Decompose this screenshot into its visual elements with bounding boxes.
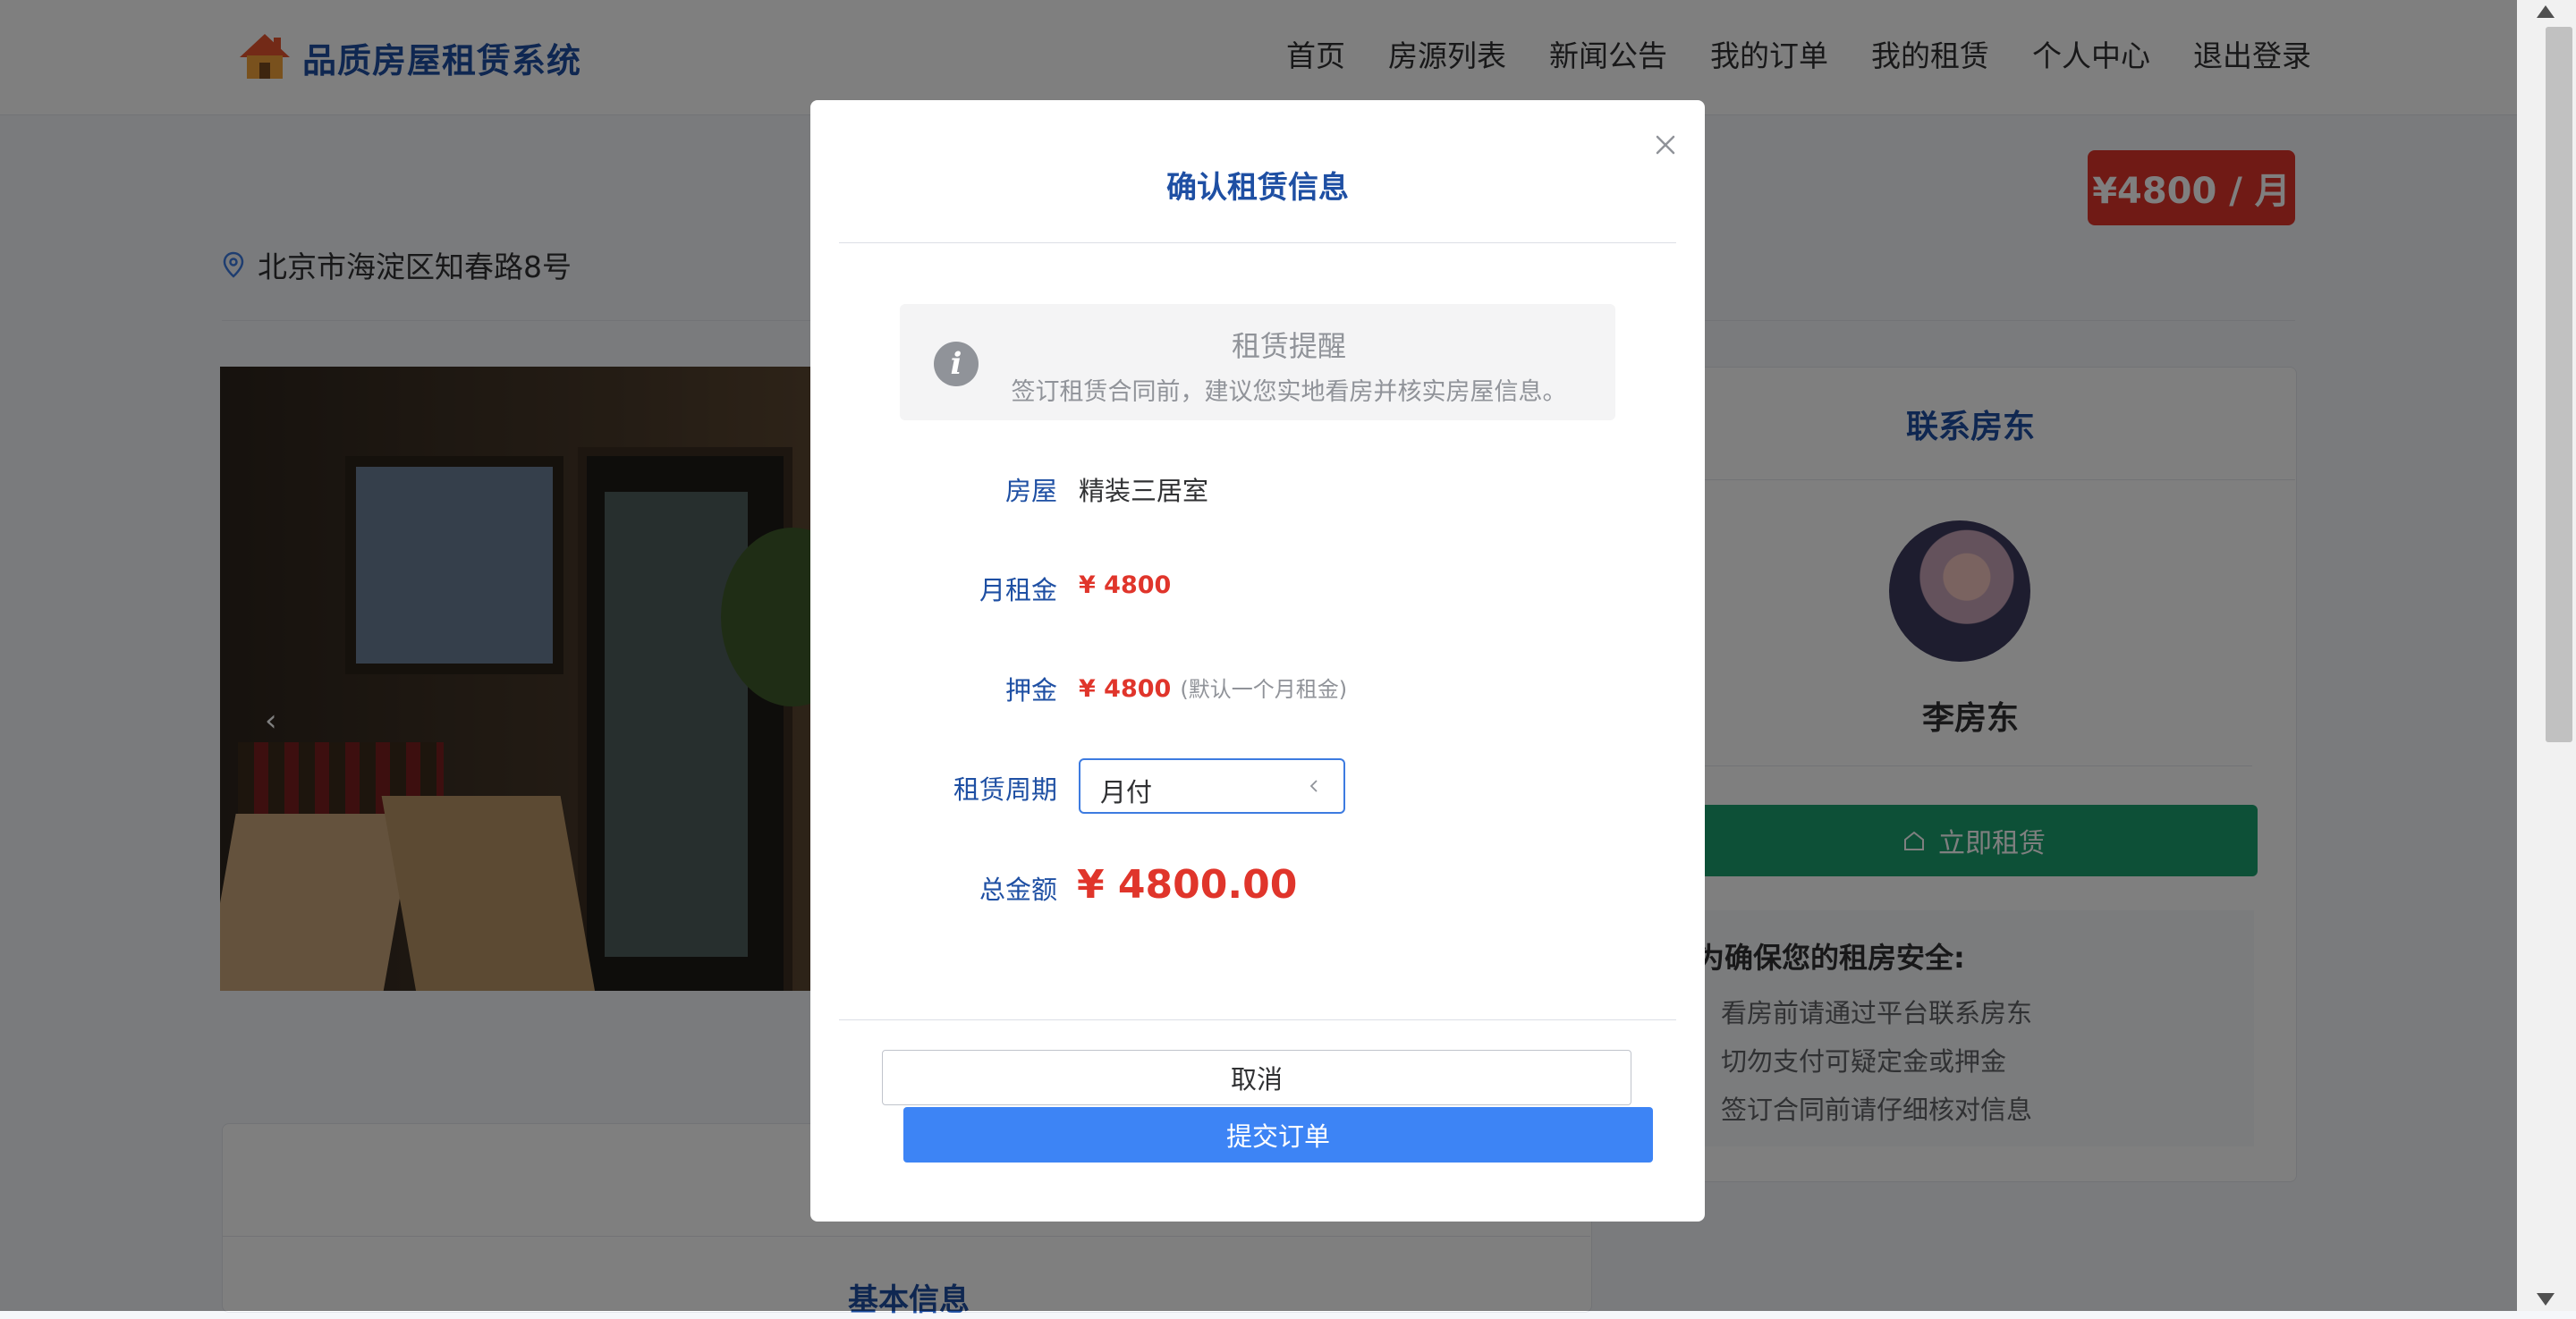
period-label: 租赁周期 <box>953 774 1057 805</box>
chevron-left-icon <box>1309 780 1318 792</box>
rent-label: 月租金 <box>979 575 1057 605</box>
house-label: 房屋 <box>1004 476 1057 506</box>
deposit-row: ¥ 4800 (默认一个月租金) <box>1079 672 1347 703</box>
scroll-down-arrow-icon[interactable] <box>2537 1293 2555 1306</box>
submit-order-button[interactable]: 提交订单 <box>903 1107 1653 1163</box>
dialog-title: 确认租赁信息 <box>1166 170 1349 206</box>
deposit-label: 押金 <box>1004 675 1057 706</box>
divider <box>839 1019 1676 1020</box>
deposit-note: (默认一个月租金) <box>1180 677 1348 702</box>
total-label: 总金额 <box>979 875 1057 905</box>
scroll-thumb[interactable] <box>2546 27 2572 742</box>
close-icon[interactable] <box>1649 129 1682 161</box>
total-amount: ¥ 4800.00 <box>1077 862 1298 908</box>
rental-period-select[interactable]: 月付 <box>1079 758 1345 814</box>
deposit-value: ¥ 4800 <box>1079 675 1172 703</box>
scroll-up-arrow-icon[interactable] <box>2537 5 2555 18</box>
alert-description: 签订租赁合同前，建议您实地看房并核实房屋信息。 <box>1011 378 1567 406</box>
cancel-button[interactable]: 取消 <box>882 1050 1631 1105</box>
alert-title: 租赁提醒 <box>1231 329 1346 363</box>
house-value: 精装三居室 <box>1079 476 1209 506</box>
rental-period-value: 月付 <box>1100 777 1153 807</box>
divider <box>839 242 1676 243</box>
rent-value: ¥ 4800 <box>1079 571 1172 599</box>
confirm-rental-dialog: 确认租赁信息 i 租赁提醒 签订租赁合同前，建议您实地看房并核实房屋信息。 房屋… <box>810 100 1705 1222</box>
